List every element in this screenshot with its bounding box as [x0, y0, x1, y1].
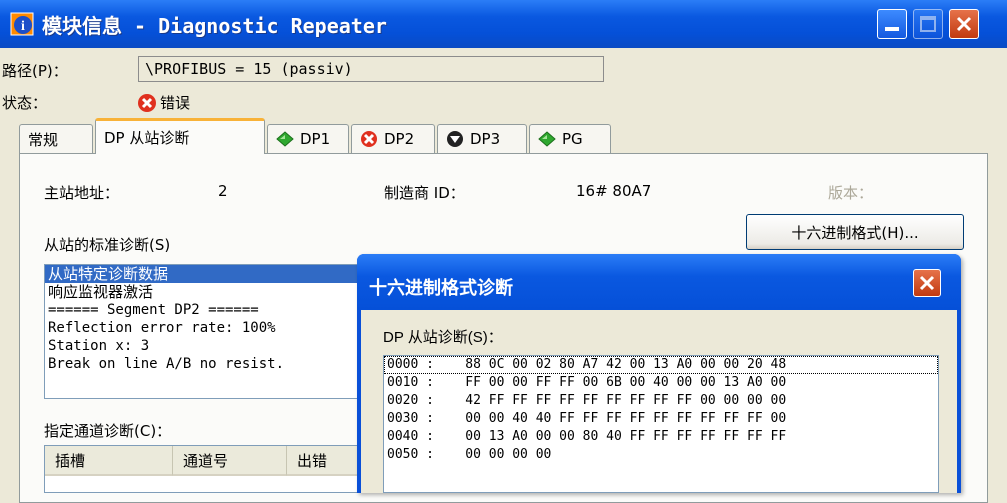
- hex-row[interactable]: 0050 : 00 00 00 00: [384, 446, 938, 464]
- dialog-title: 十六进制格式诊断: [369, 278, 513, 299]
- window-title: 模块信息 - Diagnostic Repeater: [42, 14, 387, 38]
- hex-row[interactable]: 0040 : 00 13 A0 00 00 80 40 FF FF FF FF …: [384, 428, 938, 446]
- tab-dp2[interactable]: DP2: [351, 124, 435, 153]
- master-address-label: 主站地址：: [44, 184, 120, 202]
- green-diamond-icon: [538, 131, 556, 147]
- tab-dp3[interactable]: DP3: [437, 124, 527, 153]
- hex-format-button[interactable]: 十六进制格式(H)...: [746, 214, 964, 250]
- window-titlebar[interactable]: i 模块信息 - Diagnostic Repeater: [0, 0, 1007, 48]
- green-diamond-icon: [276, 131, 294, 147]
- path-field[interactable]: \PROFIBUS = 15 (passiv): [138, 56, 604, 82]
- list-item[interactable]: 响应监视器激活: [45, 283, 363, 301]
- minimize-button[interactable]: [877, 9, 907, 39]
- close-button[interactable]: [949, 9, 979, 39]
- tab-label: DP1: [300, 130, 331, 148]
- dialog-close-button[interactable]: [913, 269, 941, 297]
- tab-label: PG: [562, 130, 583, 148]
- dialog-titlebar[interactable]: 十六进制格式诊断: [357, 254, 961, 310]
- hex-row[interactable]: 0030 : 00 00 40 40 FF FF FF FF FF FF FF …: [384, 410, 938, 428]
- minimize-icon: [885, 27, 899, 31]
- hex-dump-list[interactable]: 0000 : 88 0C 00 02 80 A7 42 00 13 A0 00 …: [383, 355, 939, 493]
- master-address-value: 2: [218, 182, 228, 200]
- tab-dp-slave-diagnostics[interactable]: DP 从站诊断: [95, 118, 265, 154]
- hex-row[interactable]: 0000 : 88 0C 00 02 80 A7 42 00 13 A0 00 …: [384, 356, 938, 374]
- info-icon: i: [10, 12, 34, 36]
- vendor-id-label: 制造商 ID：: [384, 184, 465, 202]
- list-item[interactable]: Reflection error rate: 100%: [45, 319, 363, 337]
- list-item[interactable]: 从站特定诊断数据: [45, 265, 363, 283]
- dialog-body: DP 从站诊断(S)： 0000 : 88 0C 00 02 80 A7 42 …: [361, 310, 957, 493]
- svg-text:i: i: [21, 19, 25, 34]
- status-value: 错误: [160, 94, 191, 112]
- column-header-slot[interactable]: 插槽: [45, 446, 173, 476]
- list-item[interactable]: Break on line A/B no resist.: [45, 355, 363, 373]
- tab-label: DP3: [470, 130, 501, 148]
- error-x-icon: [361, 131, 377, 147]
- tab-label: DP 从站诊断: [104, 129, 190, 147]
- list-item[interactable]: ====== Segment DP2 ======: [45, 301, 363, 319]
- list-item[interactable]: Station x: 3: [45, 337, 363, 355]
- hex-row[interactable]: 0020 : 42 FF FF FF FF FF FF FF FF FF 00 …: [384, 392, 938, 410]
- maximize-button[interactable]: [913, 9, 943, 39]
- path-label: 路径(P)：: [2, 62, 68, 80]
- standard-diagnostics-label: 从站的标准诊断(S): [44, 236, 171, 254]
- column-header-channel[interactable]: 通道号: [173, 446, 287, 476]
- down-arrow-circle-icon: [447, 131, 463, 147]
- dp-slave-diagnostics-label: DP 从站诊断(S)：: [383, 329, 503, 346]
- hex-format-button-label: 十六进制格式(H)...: [791, 223, 919, 242]
- tab-general[interactable]: 常规: [19, 124, 93, 153]
- hex-row[interactable]: 0010 : FF 00 00 FF FF 00 6B 00 40 00 00 …: [384, 374, 938, 392]
- tab-pg[interactable]: PG: [529, 124, 611, 153]
- hex-diagnostics-dialog: 十六进制格式诊断 DP 从站诊断(S)： 0000 : 88 0C 00 02 …: [357, 254, 961, 493]
- vendor-id-value: 16# 80A7: [576, 182, 652, 200]
- tab-label: 常规: [28, 130, 59, 149]
- error-x-icon: [138, 94, 156, 112]
- close-icon: [919, 275, 935, 291]
- channel-diagnostics-table[interactable]: 插槽 通道号 出错: [44, 445, 364, 493]
- channel-diagnostics-label: 指定通道诊断(C)：: [44, 422, 172, 440]
- column-header-error[interactable]: 出错: [287, 446, 363, 476]
- tab-dp1[interactable]: DP1: [267, 124, 349, 153]
- standard-diagnostics-list[interactable]: 从站特定诊断数据 响应监视器激活 ====== Segment DP2 ====…: [44, 264, 364, 399]
- version-label: 版本：: [828, 184, 874, 202]
- close-icon: [956, 16, 972, 32]
- maximize-icon: [920, 16, 936, 32]
- tab-label: DP2: [384, 130, 415, 148]
- status-label: 状态：: [2, 94, 48, 112]
